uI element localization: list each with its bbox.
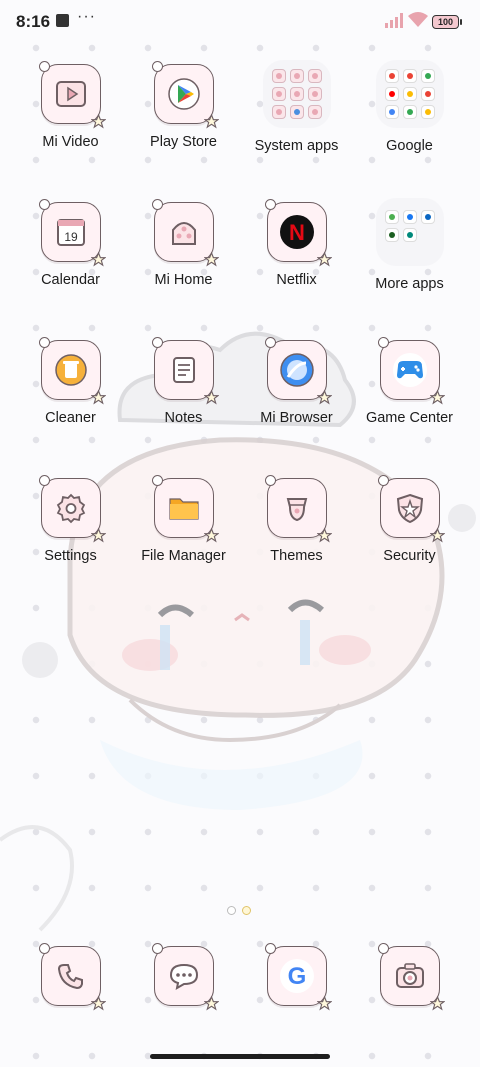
- app-label: Google: [386, 138, 433, 154]
- app-label: Calendar: [41, 272, 100, 288]
- dock: G: [14, 943, 466, 1011]
- app-label: Mi Browser: [260, 410, 333, 426]
- page-indicator: [227, 906, 251, 915]
- folder-icon: [262, 60, 331, 128]
- notes-icon: [151, 337, 219, 405]
- app-label: Mi Video: [42, 134, 99, 150]
- folder-system-apps[interactable]: System apps: [240, 58, 353, 196]
- app-label: Settings: [44, 548, 97, 564]
- folder-google[interactable]: Google: [353, 58, 466, 196]
- calendar-date: 19: [64, 230, 78, 244]
- netflix-glyph: N: [289, 220, 305, 245]
- app-game-center[interactable]: Game Center: [353, 334, 466, 472]
- app-notes[interactable]: Notes: [127, 334, 240, 472]
- mi-video-icon: [38, 61, 106, 129]
- app-label: Mi Home: [154, 272, 213, 288]
- notification-square-icon: [56, 14, 69, 27]
- app-label: System apps: [254, 138, 339, 154]
- gamepad-icon: [377, 337, 445, 405]
- app-label: Themes: [270, 548, 323, 564]
- shield-icon: [377, 475, 445, 543]
- phone-icon: [38, 943, 106, 1011]
- google-glyph: G: [287, 963, 306, 990]
- dock-app-google[interactable]: G: [240, 943, 353, 1011]
- page-dot-active[interactable]: [242, 906, 251, 915]
- netflix-icon: N: [264, 199, 332, 267]
- app-label: File Manager: [141, 548, 226, 564]
- mi-home-icon: [151, 199, 219, 267]
- app-label: Game Center: [365, 410, 454, 426]
- app-label: Security: [383, 548, 436, 564]
- app-settings[interactable]: Settings: [14, 472, 127, 610]
- browser-icon: [264, 337, 332, 405]
- signal-icon: [385, 13, 403, 28]
- google-icon: G: [264, 943, 332, 1011]
- camera-icon: [377, 943, 445, 1011]
- app-label: More apps: [375, 276, 444, 292]
- app-security[interactable]: Security: [353, 472, 466, 610]
- app-label: Cleaner: [45, 410, 96, 426]
- app-calendar[interactable]: 19 Calendar: [14, 196, 127, 334]
- folder-icon: [375, 60, 444, 128]
- dock-app-messages[interactable]: [127, 943, 240, 1011]
- cleaner-icon: [38, 337, 106, 405]
- app-label: Play Store: [150, 134, 217, 150]
- more-notifications-indicator: ···: [77, 8, 96, 25]
- app-mi-home[interactable]: Mi Home: [127, 196, 240, 334]
- app-themes[interactable]: Themes: [240, 472, 353, 610]
- home-gesture-bar[interactable]: [150, 1054, 330, 1059]
- app-netflix[interactable]: N Netflix: [240, 196, 353, 334]
- app-grid: Mi Video Play Store System apps Google 1…: [14, 58, 466, 610]
- folder-more-apps[interactable]: More apps: [353, 196, 466, 334]
- app-mi-browser[interactable]: Mi Browser: [240, 334, 353, 472]
- dock-app-phone[interactable]: [14, 943, 127, 1011]
- app-label: Netflix: [276, 272, 317, 288]
- battery-icon: 100: [432, 15, 462, 29]
- status-bar: 8:16 ··· 100: [0, 0, 480, 44]
- dock-app-camera[interactable]: [353, 943, 466, 1011]
- themes-icon: [264, 475, 332, 543]
- app-cleaner[interactable]: Cleaner: [14, 334, 127, 472]
- app-mi-video[interactable]: Mi Video: [14, 58, 127, 196]
- app-play-store[interactable]: Play Store: [127, 58, 240, 196]
- wifi-icon: [408, 12, 428, 27]
- play-store-icon: [151, 61, 219, 129]
- page-dot[interactable]: [227, 906, 236, 915]
- status-time: 8:16: [16, 12, 51, 31]
- gear-icon: [38, 475, 106, 543]
- folder-icon: [375, 198, 444, 266]
- calendar-icon: 19: [38, 199, 106, 267]
- messages-icon: [151, 943, 219, 1011]
- app-file-manager[interactable]: File Manager: [127, 472, 240, 610]
- app-label: Notes: [164, 410, 203, 426]
- file-folder-icon: [151, 475, 219, 543]
